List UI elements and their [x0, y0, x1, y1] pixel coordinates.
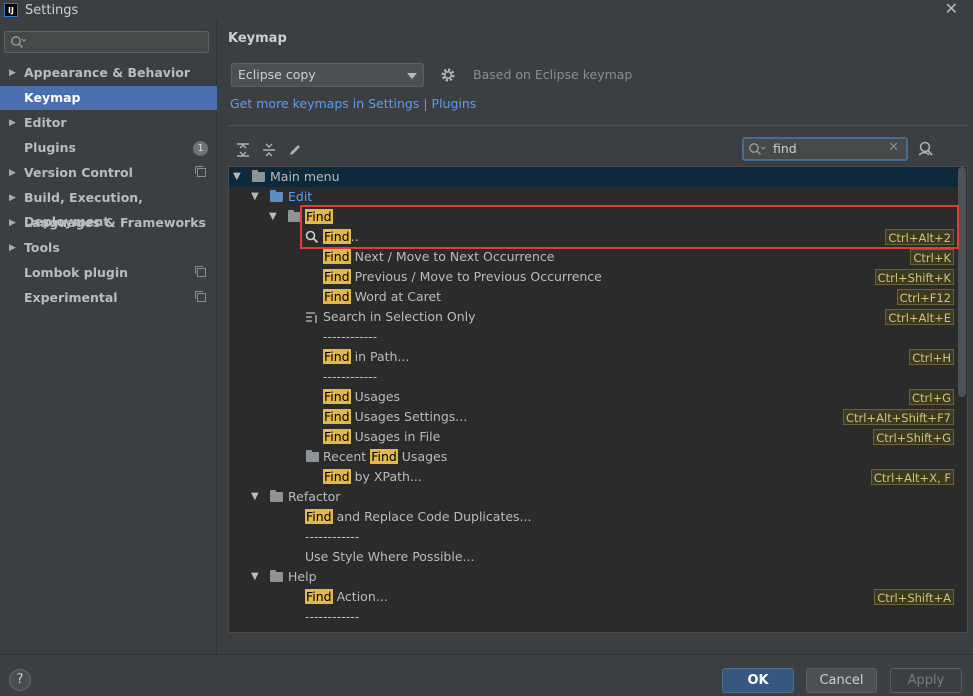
title-bar: IJ Settings ✕	[0, 0, 973, 20]
folder-icon	[270, 490, 283, 502]
sidebar-item-editor[interactable]: ▶ Editor	[0, 111, 217, 135]
tree-node-help[interactable]: ▼ Help	[229, 567, 958, 587]
shortcut-badge: Ctrl+F12	[896, 289, 954, 305]
based-on-text: Based on Eclipse keymap	[473, 67, 633, 82]
sidebar-item-tools[interactable]: ▶ Tools	[0, 236, 217, 260]
sidebar-item-languages[interactable]: ▶ Languages & Frameworks	[0, 211, 217, 235]
chevron-down-icon: ▼	[251, 571, 259, 582]
keymap-dropdown[interactable]: Eclipse copy	[231, 63, 424, 87]
tree-separator: ------------	[323, 329, 378, 344]
project-scope-icon	[195, 291, 206, 302]
search-icon	[749, 143, 766, 155]
tree-separator: ------------	[305, 529, 360, 544]
settings-sidebar: ▶ Appearance & Behavior Keymap ▶ Editor …	[0, 20, 217, 654]
chevron-right-icon: ▶	[9, 243, 16, 253]
project-scope-icon	[195, 266, 206, 277]
chevron-right-icon: ▶	[9, 168, 16, 178]
tree-action-search-selection[interactable]: Search in Selection Only Ctrl+Alt+E	[229, 307, 958, 327]
page-title: Keymap	[228, 31, 287, 46]
collapse-all-icon[interactable]	[261, 142, 277, 158]
text-search-icon	[306, 312, 317, 323]
chevron-down-icon: ▼	[251, 491, 259, 502]
shortcut-badge: Ctrl+Alt+E	[885, 309, 954, 325]
chevron-right-icon: ▶	[9, 193, 16, 203]
tree-action-find-in-path[interactable]: Find in Path... Ctrl+H	[229, 347, 958, 367]
folder-icon	[306, 450, 319, 462]
keymap-panel: Keymap Eclipse copy Based on Eclipse key…	[218, 20, 973, 654]
sidebar-item-lombok[interactable]: Lombok plugin	[0, 261, 217, 285]
sidebar-search-input[interactable]	[4, 31, 209, 53]
plugins-count-badge: 1	[193, 141, 208, 156]
clear-icon[interactable]: ✕	[888, 140, 899, 155]
apply-button[interactable]: Apply	[890, 668, 962, 693]
folder-icon	[270, 570, 283, 582]
sidebar-item-experimental[interactable]: Experimental	[0, 286, 217, 310]
get-more-keymaps-link[interactable]: Get more keymaps in Settings | Plugins	[230, 96, 476, 111]
chevron-right-icon: ▶	[9, 118, 16, 128]
tree-action-find-usages-file[interactable]: Find Usages in File Ctrl+Shift+G	[229, 427, 958, 447]
search-icon	[11, 36, 26, 48]
tree-action-find-word[interactable]: Find Word at Caret Ctrl+F12	[229, 287, 958, 307]
shortcut-badge: Ctrl+K	[910, 249, 954, 265]
sidebar-item-build[interactable]: ▶ Build, Execution, Deployment	[0, 186, 217, 229]
tree-action-find-replace-duplicates[interactable]: Find and Replace Code Duplicates...	[229, 507, 958, 527]
keymap-search-input[interactable]: find ✕	[742, 137, 908, 161]
tree-action-find-next[interactable]: Find Next / Move to Next Occurrence Ctrl…	[229, 247, 958, 267]
folder-icon	[288, 210, 301, 222]
separator	[228, 125, 968, 126]
intellij-app-icon: IJ	[4, 3, 18, 17]
dialog-footer: ? OK Cancel Apply	[0, 654, 973, 696]
shortcut-badge: Ctrl+Shift+K	[874, 269, 954, 285]
tree-action-find-xpath[interactable]: Find by XPath... Ctrl+Alt+X, F	[229, 467, 958, 487]
chevron-down-icon: ▼	[233, 171, 241, 182]
gear-icon[interactable]	[440, 67, 456, 83]
chevron-down-icon: ▼	[269, 211, 277, 222]
search-value: find	[773, 141, 797, 156]
tree-action-use-style[interactable]: Use Style Where Possible...	[229, 547, 958, 567]
chevron-right-icon: ▶	[9, 218, 16, 228]
sidebar-item-keymap[interactable]: Keymap	[0, 86, 217, 110]
close-icon[interactable]: ✕	[945, 0, 958, 18]
sidebar-item-appearance[interactable]: ▶ Appearance & Behavior	[0, 61, 217, 85]
sidebar-item-plugins[interactable]: Plugins 1	[0, 136, 217, 160]
tree-action-find-previous[interactable]: Find Previous / Move to Previous Occurre…	[229, 267, 958, 287]
tree-separator: ------------	[305, 609, 360, 624]
tree-action-find[interactable]: Find.. Ctrl+Alt+2	[229, 227, 958, 247]
project-scope-icon	[195, 166, 206, 177]
find-shortcut-icon[interactable]	[917, 140, 935, 158]
window-title: Settings	[25, 2, 79, 18]
tree-action-find-usages-settings[interactable]: Find Usages Settings... Ctrl+Alt+Shift+F…	[229, 407, 958, 427]
tree-node-recent-find-usages[interactable]: Recent Find Usages	[229, 447, 958, 467]
pencil-icon[interactable]	[287, 142, 303, 158]
folder-icon	[252, 170, 265, 182]
keymap-tree[interactable]: ▼ Main menu ▼ Edit ▼ Find Find.. Ctrl+Al…	[228, 166, 968, 633]
chevron-down-icon: ▼	[251, 191, 259, 202]
chevron-down-icon	[407, 73, 417, 79]
ok-button[interactable]: OK	[722, 668, 794, 693]
expand-all-icon[interactable]	[235, 142, 251, 158]
shortcut-badge: Ctrl+Alt+X, F	[870, 469, 954, 485]
tree-separator: ------------	[323, 369, 378, 384]
folder-icon	[270, 190, 283, 202]
tree-action-find-action[interactable]: Find Action... Ctrl+Shift+A	[229, 587, 958, 607]
help-button[interactable]: ?	[9, 669, 31, 691]
shortcut-badge: Ctrl+G	[908, 389, 954, 405]
cancel-button[interactable]: Cancel	[806, 668, 877, 693]
shortcut-badge: Ctrl+Alt+Shift+F7	[842, 409, 954, 425]
chevron-right-icon: ▶	[9, 68, 16, 78]
tree-node-find-folder[interactable]: ▼ Find	[229, 207, 958, 227]
shortcut-badge: Ctrl+Shift+G	[873, 429, 954, 445]
tree-action-find-usages[interactable]: Find Usages Ctrl+G	[229, 387, 958, 407]
tree-node-edit[interactable]: ▼ Edit	[229, 187, 958, 207]
search-icon	[305, 230, 319, 244]
sidebar-item-version-control[interactable]: ▶ Version Control	[0, 161, 217, 185]
tree-node-main-menu[interactable]: ▼ Main menu	[229, 167, 958, 187]
shortcut-badge: Ctrl+Shift+A	[874, 589, 954, 605]
scrollbar[interactable]	[958, 167, 966, 397]
shortcut-badge: Ctrl+H	[909, 349, 954, 365]
tree-node-refactor[interactable]: ▼ Refactor	[229, 487, 958, 507]
shortcut-badge: Ctrl+Alt+2	[885, 229, 954, 245]
